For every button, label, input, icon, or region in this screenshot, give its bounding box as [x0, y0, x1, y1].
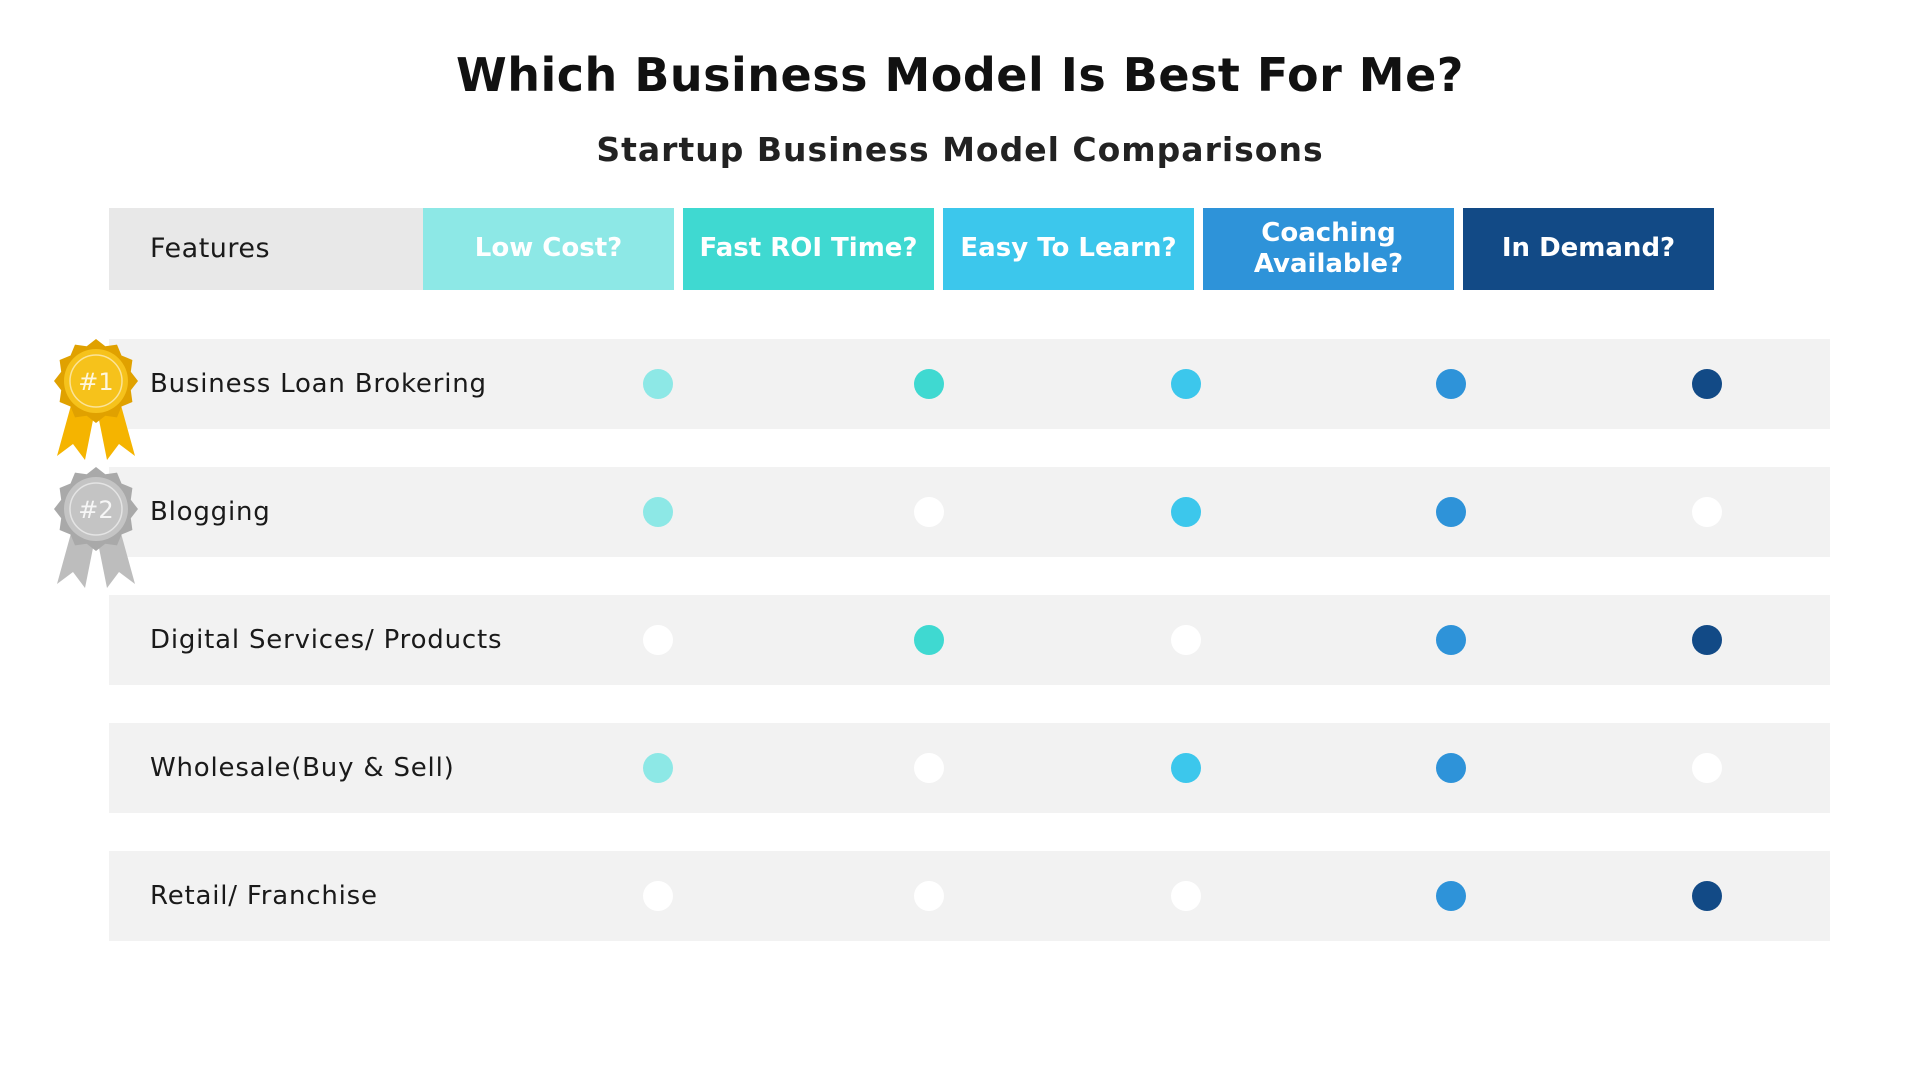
dot-digital-services-products-low-cost: [643, 625, 673, 655]
dot-blogging-fast-roi-time: [914, 497, 944, 527]
dot-business-loan-brokering-low-cost: [643, 369, 673, 399]
table-row: Retail/ Franchise: [109, 851, 1830, 941]
column-header-low-cost: Low Cost?: [423, 208, 674, 290]
table-row: Blogging: [109, 467, 1830, 557]
dot-digital-services-products-easy-to-learn: [1171, 625, 1201, 655]
dot-wholesale-buy-sell-low-cost: [643, 753, 673, 783]
table-row: Wholesale(Buy & Sell): [109, 723, 1830, 813]
dot-business-loan-brokering-easy-to-learn: [1171, 369, 1201, 399]
column-header-easy-to-learn: Easy To Learn?: [943, 208, 1194, 290]
dot-digital-services-products-fast-roi-time: [914, 625, 944, 655]
column-header-coaching-available: Coaching Available?: [1203, 208, 1454, 290]
dot-blogging-in-demand: [1692, 497, 1722, 527]
dot-blogging-low-cost: [643, 497, 673, 527]
dot-retail-franchise-easy-to-learn: [1171, 881, 1201, 911]
dot-wholesale-buy-sell-easy-to-learn: [1171, 753, 1201, 783]
dot-retail-franchise-fast-roi-time: [914, 881, 944, 911]
dot-retail-franchise-in-demand: [1692, 881, 1722, 911]
dot-business-loan-brokering-coaching-available: [1436, 369, 1466, 399]
row-label-blogging: Blogging: [150, 497, 271, 527]
row-label-digital-services-products: Digital Services/ Products: [150, 625, 503, 655]
row-label-wholesale-buy-sell: Wholesale(Buy & Sell): [150, 753, 455, 783]
column-header-in-demand: In Demand?: [1463, 208, 1714, 290]
dot-business-loan-brokering-fast-roi-time: [914, 369, 944, 399]
gold-medal-icon: #1: [54, 339, 138, 460]
dot-blogging-coaching-available: [1436, 497, 1466, 527]
medal-rank-label: #2: [78, 496, 113, 524]
medal-rank-label: #1: [78, 368, 113, 396]
table-header: Features Low Cost? Fast ROI Time? Easy T…: [109, 208, 1830, 290]
table-row: Digital Services/ Products: [109, 595, 1830, 685]
dot-digital-services-products-coaching-available: [1436, 625, 1466, 655]
dot-blogging-easy-to-learn: [1171, 497, 1201, 527]
dot-wholesale-buy-sell-fast-roi-time: [914, 753, 944, 783]
table-row: Business Loan Brokering: [109, 339, 1830, 429]
row-label-retail-franchise: Retail/ Franchise: [150, 881, 378, 911]
dot-digital-services-products-in-demand: [1692, 625, 1722, 655]
row-label-business-loan-brokering: Business Loan Brokering: [150, 369, 487, 399]
silver-medal-icon: #2: [54, 467, 138, 588]
dot-retail-franchise-low-cost: [643, 881, 673, 911]
page-subtitle: Startup Business Model Comparisons: [596, 130, 1324, 169]
dot-business-loan-brokering-in-demand: [1692, 369, 1722, 399]
column-header-fast-roi-time: Fast ROI Time?: [683, 208, 934, 290]
dot-wholesale-buy-sell-coaching-available: [1436, 753, 1466, 783]
dot-wholesale-buy-sell-in-demand: [1692, 753, 1722, 783]
dot-retail-franchise-coaching-available: [1436, 881, 1466, 911]
page-title: Which Business Model Is Best For Me?: [456, 48, 1464, 102]
